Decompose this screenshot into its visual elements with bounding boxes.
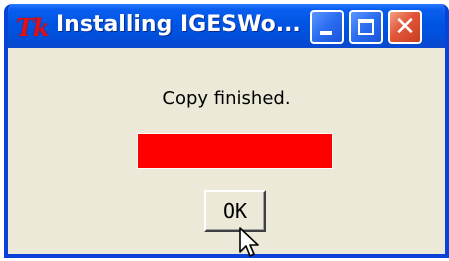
close-icon: ✕ [394,12,416,42]
maximize-icon [358,19,374,35]
minimize-icon [320,31,332,35]
status-message: Copy finished. [162,88,291,109]
dialog-window: Tk Installing IGESWo... ✕ Copy finished.… [4,4,449,258]
maximize-button[interactable] [349,10,383,44]
minimize-button[interactable] [310,10,344,44]
title-bar[interactable]: Tk Installing IGESWo... ✕ [8,4,445,48]
progress-bar-fill [138,134,332,168]
tk-app-icon: Tk [16,13,49,42]
mouse-cursor-icon [239,227,259,257]
close-button[interactable]: ✕ [388,10,422,44]
window-title: Installing IGESWo... [56,12,301,37]
progress-bar [137,133,333,169]
